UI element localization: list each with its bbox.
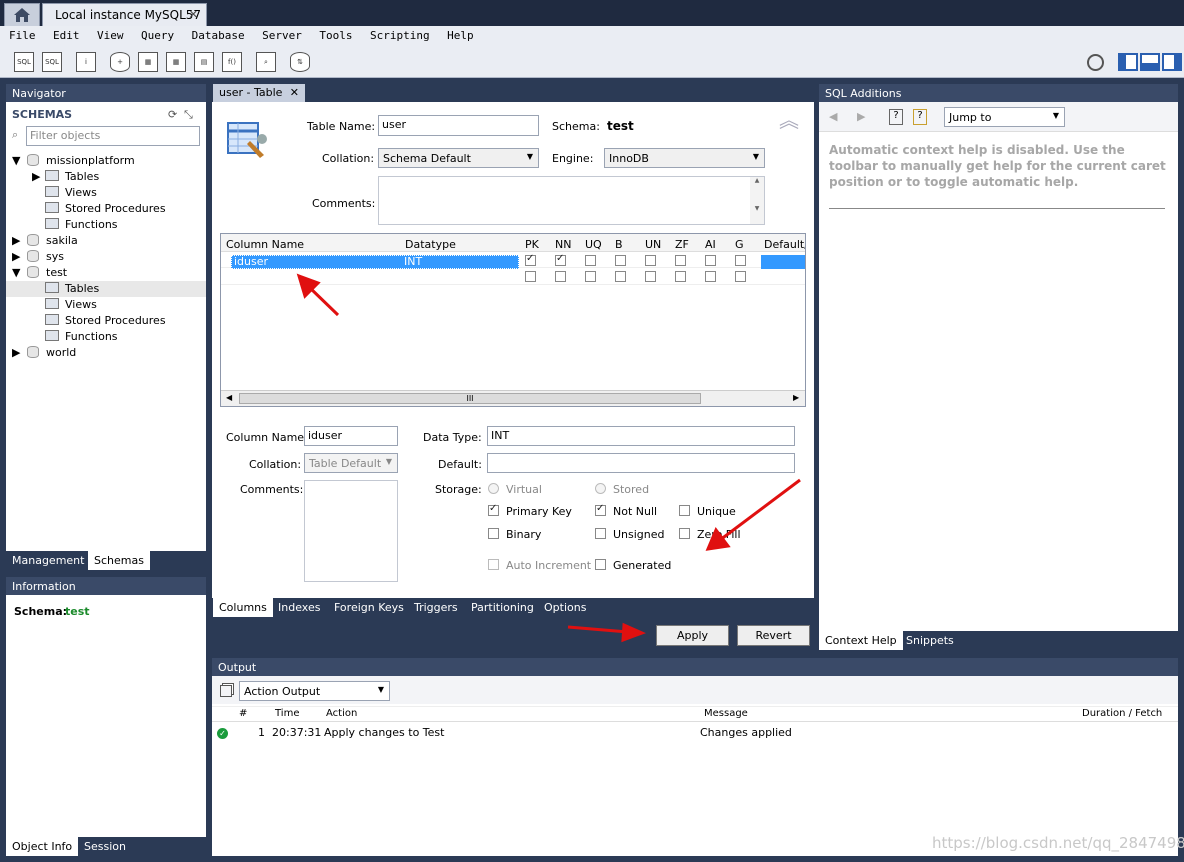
arrow-to-apply-icon — [567, 622, 646, 643]
arrow-to-options-icon — [705, 478, 801, 551]
annotation-arrows — [296, 273, 801, 643]
arrow-to-row-icon — [296, 273, 340, 317]
